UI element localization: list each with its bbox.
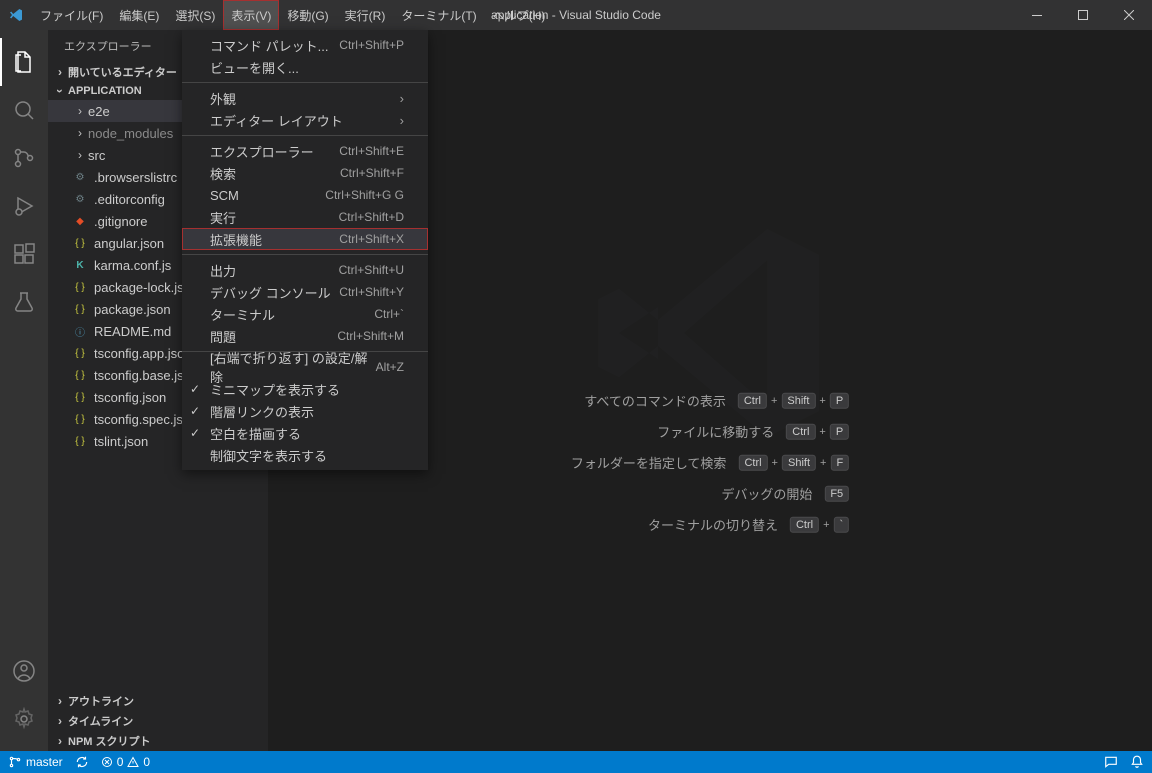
run-debug-icon[interactable] xyxy=(0,182,48,230)
menu-entry[interactable]: 実行Ctrl+Shift+D xyxy=(182,206,428,228)
explorer-icon[interactable] xyxy=(0,38,48,86)
welcome-hints: すべてのコマンドの表示Ctrl+Shift+P ファイルに移動するCtrl+P フォ… xyxy=(571,391,849,534)
welcome-hint: ターミナルの切り替えCtrl+` xyxy=(571,515,849,534)
notifications-icon[interactable] xyxy=(1130,755,1144,769)
menu-entry[interactable]: 拡張機能Ctrl+Shift+X xyxy=(182,228,428,250)
timeline-section[interactable]: ›タイムライン xyxy=(48,711,268,731)
menu-entry[interactable]: ビューを開く... xyxy=(182,56,428,78)
minimize-button[interactable] xyxy=(1014,0,1060,30)
menu-entry[interactable]: デバッグ コンソールCtrl+Shift+Y xyxy=(182,281,428,303)
maximize-button[interactable] xyxy=(1060,0,1106,30)
test-icon[interactable] xyxy=(0,278,48,326)
accounts-icon[interactable] xyxy=(0,647,48,695)
menu-entry[interactable]: ✓ミニマップを表示する xyxy=(182,378,428,400)
timeline-label: タイムライン xyxy=(68,713,133,729)
menubar: ファイル(F)編集(E)選択(S)表示(V)移動(G)実行(R)ターミナル(T)… xyxy=(32,0,553,30)
welcome-hint: ファイルに移動するCtrl+P xyxy=(571,422,849,441)
source-control-icon[interactable] xyxy=(0,134,48,182)
open-editors-label: 開いているエディター xyxy=(68,64,177,80)
menu-entry[interactable]: 問題Ctrl+Shift+M xyxy=(182,325,428,347)
menu-item[interactable]: 選択(S) xyxy=(167,0,223,30)
window-title: application - Visual Studio Code xyxy=(491,8,661,22)
feedback-icon[interactable] xyxy=(1104,755,1118,769)
welcome-hint: フォルダーを指定して検索Ctrl+Shift+F xyxy=(571,453,849,472)
close-button[interactable] xyxy=(1106,0,1152,30)
window-controls xyxy=(1014,0,1152,30)
menu-entry[interactable]: コマンド パレット...Ctrl+Shift+P xyxy=(182,34,428,56)
menu-item[interactable]: 編集(E) xyxy=(111,0,167,30)
activitybar xyxy=(0,30,48,751)
titlebar: ファイル(F)編集(E)選択(S)表示(V)移動(G)実行(R)ターミナル(T)… xyxy=(0,0,1152,30)
menu-separator xyxy=(182,135,428,136)
sync-indicator[interactable] xyxy=(75,755,89,769)
branch-indicator[interactable]: master xyxy=(8,755,63,769)
menu-entry[interactable]: ✓空白を描画する xyxy=(182,422,428,444)
menu-entry[interactable]: SCMCtrl+Shift+G G xyxy=(182,184,428,206)
welcome-hint: デバッグの開始F5 xyxy=(571,484,849,503)
search-icon[interactable] xyxy=(0,86,48,134)
menu-item[interactable]: 移動(G) xyxy=(279,0,336,30)
npm-scripts-section[interactable]: ›NPM スクリプト xyxy=(48,731,268,751)
menu-item[interactable]: ファイル(F) xyxy=(32,0,111,30)
menu-item[interactable]: ターミナル(T) xyxy=(393,0,484,30)
menu-entry[interactable]: 出力Ctrl+Shift+U xyxy=(182,259,428,281)
menu-item[interactable]: 実行(R) xyxy=(337,0,394,30)
menu-separator xyxy=(182,254,428,255)
menu-entry[interactable]: ターミナルCtrl+` xyxy=(182,303,428,325)
branch-name: master xyxy=(26,755,63,769)
menu-separator xyxy=(182,82,428,83)
problems-indicator[interactable]: 0 0 xyxy=(101,755,150,769)
statusbar: master 0 0 xyxy=(0,751,1152,773)
settings-icon[interactable] xyxy=(0,695,48,743)
menu-entry[interactable]: エディター レイアウト› xyxy=(182,109,428,131)
menu-item[interactable]: 表示(V) xyxy=(223,0,279,30)
warnings-count: 0 xyxy=(143,755,150,769)
outline-label: アウトライン xyxy=(68,693,134,709)
npm-scripts-label: NPM スクリプト xyxy=(68,733,151,749)
root-folder-label: APPLICATION xyxy=(68,85,142,97)
vscode-logo-icon xyxy=(8,7,24,23)
view-menu-dropdown: コマンド パレット...Ctrl+Shift+Pビューを開く... 外観›エディタ… xyxy=(182,30,428,470)
outline-section[interactable]: ›アウトライン xyxy=(48,691,268,711)
welcome-hint: すべてのコマンドの表示Ctrl+Shift+P xyxy=(571,391,849,410)
menu-entry[interactable]: [右端で折り返す] の設定/解除Alt+Z xyxy=(182,356,428,378)
menu-entry[interactable]: 制御文字を表示する xyxy=(182,444,428,466)
menu-entry[interactable]: 検索Ctrl+Shift+F xyxy=(182,162,428,184)
menu-entry[interactable]: ✓階層リンクの表示 xyxy=(182,400,428,422)
menu-entry[interactable]: エクスプローラーCtrl+Shift+E xyxy=(182,140,428,162)
errors-count: 0 xyxy=(117,755,124,769)
extensions-icon[interactable] xyxy=(0,230,48,278)
menu-entry[interactable]: 外観› xyxy=(182,87,428,109)
